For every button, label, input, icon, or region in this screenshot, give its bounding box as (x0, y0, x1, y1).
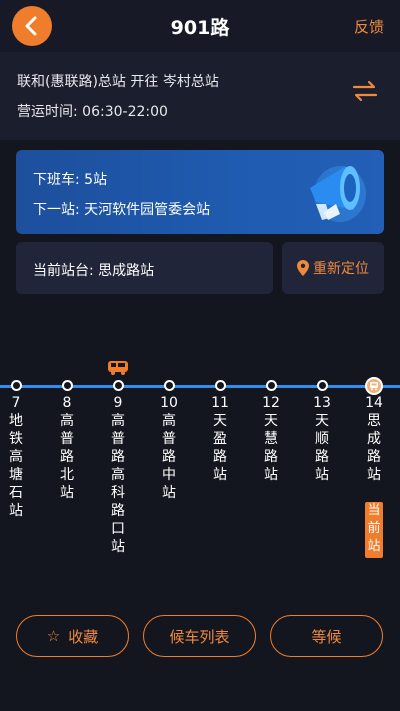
favorite-button[interactable]: ☆ 收藏 (16, 615, 129, 657)
stop-dot (163, 380, 175, 391)
stop-name: 天慧路站 (264, 413, 278, 483)
wait-label: 等候 (311, 627, 342, 646)
service-hours: 营运时间: 06:30-22:00 (17, 104, 168, 120)
current-stop-label: 当前站台: 思成路站 (33, 263, 155, 279)
stop-dot (61, 380, 73, 391)
page-title: 901路 (170, 17, 230, 39)
stop-9[interactable]: 9 高普路高科路口站 (98, 380, 138, 556)
timetable-button[interactable]: 候车列表 (143, 615, 256, 657)
route-info-panel: 联和(惠联路)总站 开往 岑村总站 营运时间: 06:30-22:00 (0, 52, 400, 140)
megaphone-icon (310, 166, 366, 222)
feedback-button[interactable]: 反馈 (354, 16, 384, 37)
swap-direction-button[interactable] (352, 80, 378, 102)
stop-13[interactable]: 13 天顺路站 (302, 380, 342, 484)
stop-dot (316, 380, 328, 391)
stop-dot (214, 380, 226, 391)
stop-11[interactable]: 11 天盈路站 (200, 380, 240, 484)
stop-number: 12 (262, 395, 280, 411)
stop-name: 天盈路站 (213, 413, 227, 483)
stop-number: 11 (211, 395, 229, 411)
stop-12[interactable]: 12 天慧路站 (251, 380, 291, 484)
stop-number: 13 (313, 395, 331, 411)
stop-number: 10 (160, 395, 178, 411)
bus-icon (108, 361, 128, 375)
stop-10[interactable]: 10 高普路中站 (149, 380, 189, 502)
stop-name: 高普路高科路口站 (111, 413, 125, 555)
route-direction: 联和(惠联路)总站 开往 岑村总站 (17, 74, 219, 90)
next-station-name: 下一站: 天河软件园管委会站 (33, 202, 211, 218)
stop-number: 14 (365, 395, 383, 411)
next-bus-card: 下班车: 5站 下一站: 天河软件园管委会站 (16, 150, 384, 234)
stop-7[interactable]: 7 地铁高塘石站 (0, 380, 36, 520)
stop-14[interactable]: 14 思成路站 (354, 380, 394, 484)
favorite-label: 收藏 (68, 627, 99, 646)
swap-direction-icon (352, 80, 378, 102)
location-pin-icon (297, 260, 309, 276)
stop-name: 思成路站 (367, 413, 381, 483)
stop-8[interactable]: 8 高普路北站 (47, 380, 87, 502)
relocate-button[interactable]: 重新定位 (282, 242, 384, 294)
star-outline-icon: ☆ (46, 627, 61, 645)
stop-name: 天顺路站 (315, 413, 329, 483)
bus-stop-icon (370, 382, 378, 391)
stop-number: 9 (113, 395, 123, 411)
timetable-label: 候车列表 (169, 627, 230, 646)
stop-name: 高普路中站 (162, 413, 176, 501)
top-bar: 901路 反馈 (0, 0, 400, 52)
wait-button[interactable]: 等候 (270, 615, 383, 657)
stop-name: 地铁高塘石站 (9, 413, 23, 519)
stop-dot (10, 380, 22, 391)
stop-dot (112, 380, 124, 391)
stop-number: 8 (62, 395, 72, 411)
relocate-label: 重新定位 (313, 261, 369, 277)
stop-number: 7 (11, 395, 21, 411)
stop-dot (265, 380, 277, 391)
next-bus-distance: 下班车: 5站 (33, 172, 108, 188)
current-stop-tag: 当前站 (365, 502, 383, 558)
stop-name: 高普路北站 (60, 413, 74, 501)
current-stop-marker (365, 377, 383, 395)
current-stop-card: 当前站台: 思成路站 (16, 242, 273, 294)
